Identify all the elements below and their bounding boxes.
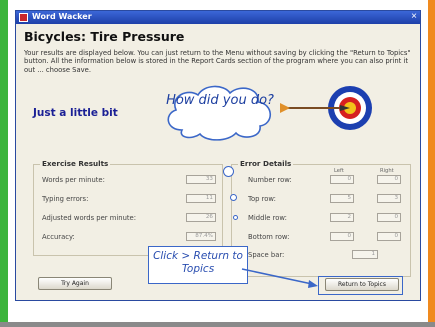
number-row-label: Number row:: [248, 176, 292, 184]
slide: Word Wacker × Bicycles: Tire Pressure Yo…: [0, 0, 435, 327]
top-row-left: 5: [330, 194, 354, 203]
typing-errors-label: Typing errors:: [42, 195, 89, 203]
space-bar-value: 1: [352, 250, 378, 259]
middle-row-label: Middle row:: [248, 214, 287, 222]
exercise-results-panel: Exercise Results Words per minute: 33 Ty…: [33, 159, 223, 256]
window-title: Word Wacker: [32, 12, 92, 21]
title-bar[interactable]: Word Wacker ×: [16, 11, 420, 24]
right-accent-bar: [428, 0, 435, 322]
bottom-row-left: 0: [330, 232, 354, 241]
page-title: Bicycles: Tire Pressure: [24, 29, 185, 44]
close-icon[interactable]: ×: [411, 11, 417, 23]
intro-text: Your results are displayed below. You ca…: [24, 49, 411, 74]
try-again-button[interactable]: Try Again: [38, 277, 112, 290]
accuracy-value: 87.4%: [186, 232, 216, 241]
number-row-right: 0: [377, 175, 401, 184]
instruction-callout: Click > Return to Topics: [148, 246, 248, 284]
bottom-rule: [0, 322, 435, 327]
space-bar-label: Space bar:: [248, 251, 285, 259]
cloud-text: How did you do?: [166, 93, 274, 108]
adjusted-wpm-value: 26: [186, 213, 216, 222]
left-accent-bar: [0, 0, 8, 322]
app-icon: [19, 13, 28, 22]
typing-errors-value: 11: [186, 194, 216, 203]
adjusted-wpm-label: Adjusted words per minute:: [42, 214, 137, 222]
number-row-left: 0: [330, 175, 354, 184]
left-column-header: Left: [334, 168, 344, 174]
exercise-results-title: Exercise Results: [40, 159, 111, 168]
result-message: Just a little bit: [33, 107, 118, 119]
bottom-row-label: Bottom row:: [248, 233, 290, 241]
words-per-minute-value: 33: [186, 175, 216, 184]
thought-bubble-large: [223, 166, 234, 177]
top-row-label: Top row:: [248, 195, 276, 203]
bottom-row-right: 0: [377, 232, 401, 241]
right-column-header: Right: [380, 168, 394, 174]
thought-bubble-small: [230, 194, 237, 201]
words-per-minute-label: Words per minute:: [42, 176, 105, 184]
middle-row-right: 0: [377, 213, 401, 222]
return-button-highlight: [318, 276, 403, 295]
thought-cloud: How did you do?: [160, 82, 280, 164]
top-row-right: 3: [377, 194, 401, 203]
thought-bubble-tiny: [233, 215, 238, 220]
middle-row-left: 2: [330, 213, 354, 222]
accuracy-label: Accuracy:: [42, 233, 75, 241]
dart-icon: [280, 103, 350, 113]
error-details-panel: Error Details Left Right Number row: 0 0…: [231, 159, 411, 277]
